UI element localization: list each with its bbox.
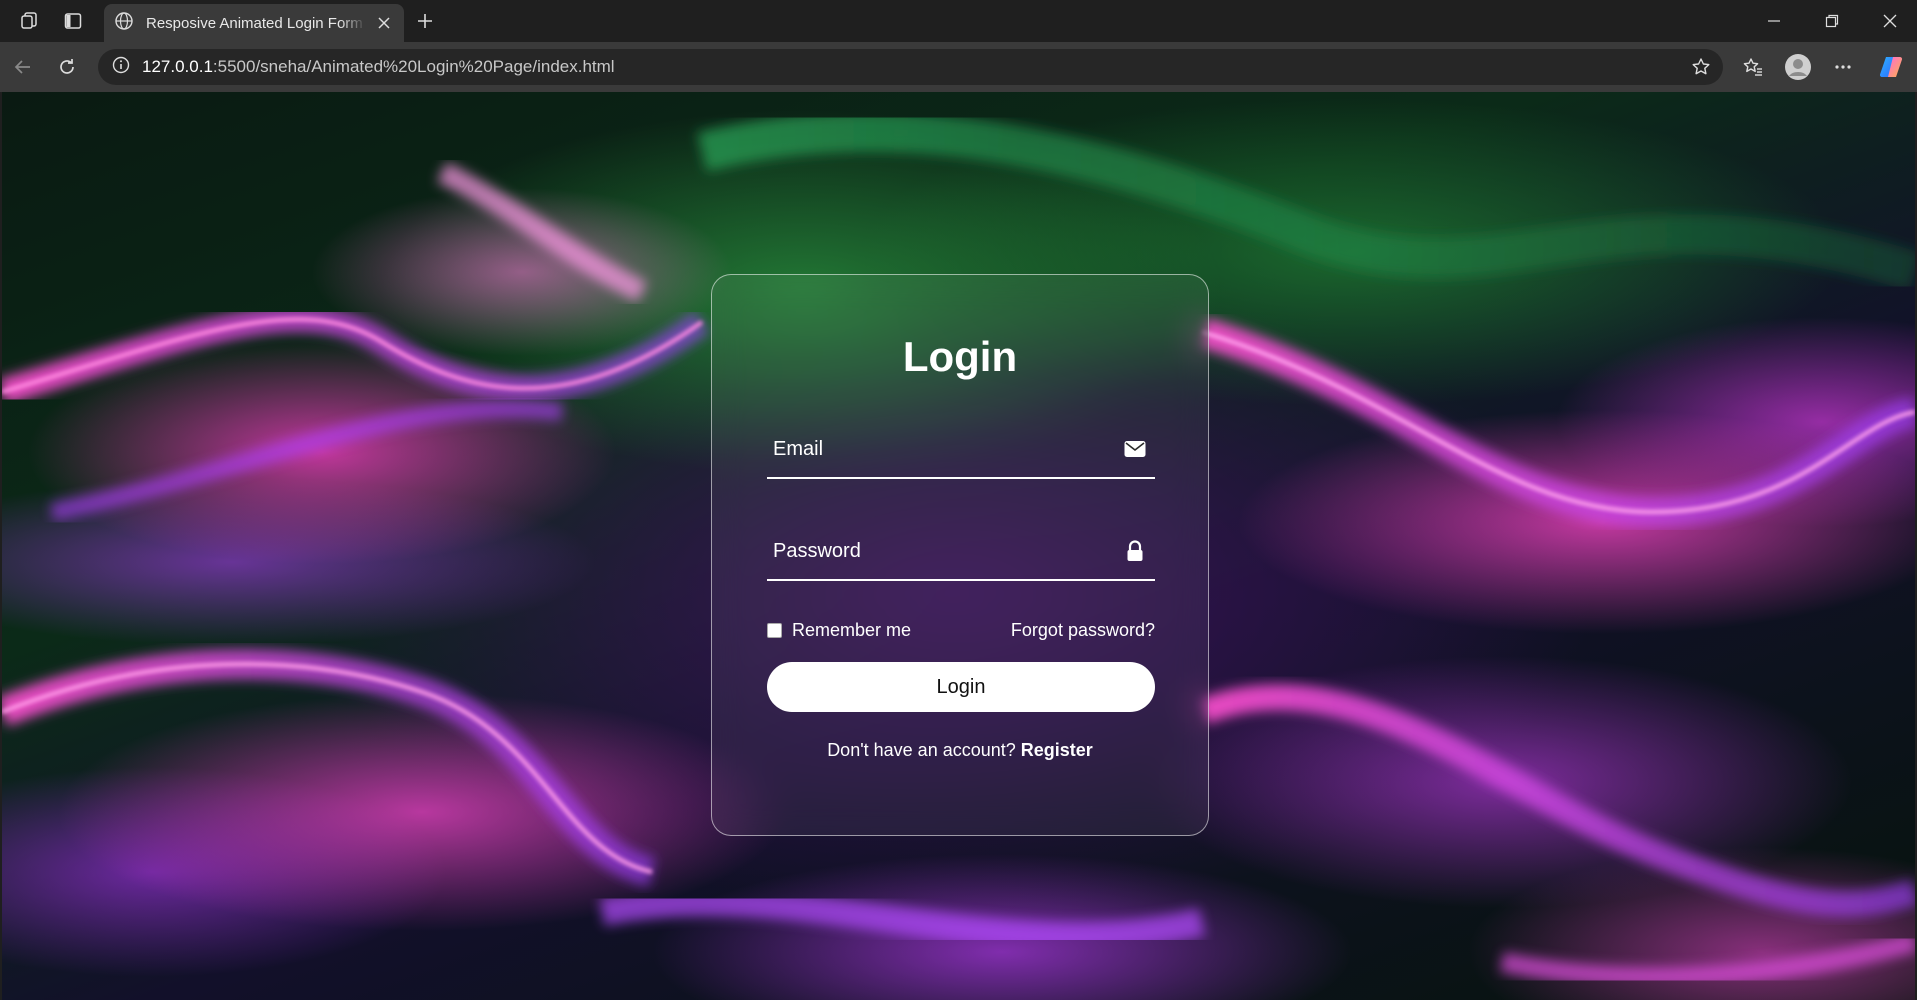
favorites-list-icon [1743, 58, 1762, 76]
copilot-icon [1879, 56, 1903, 78]
copilot-button[interactable] [1876, 52, 1906, 82]
login-card: Login Remember me Forgot password? Login… [711, 274, 1209, 836]
login-options-row: Remember me Forgot password? [767, 620, 1155, 644]
remember-me-checkbox[interactable] [767, 623, 782, 638]
remember-me-label: Remember me [792, 620, 912, 640]
new-tab-button[interactable] [410, 6, 440, 36]
url-text[interactable]: 127.0.0.1:5500/sneha/Animated%20Login%20… [142, 57, 615, 77]
restore-button[interactable] [1803, 0, 1861, 42]
plus-icon [418, 14, 432, 28]
lock-icon [1123, 539, 1147, 563]
profile-button[interactable] [1783, 52, 1813, 82]
arrow-left-icon [14, 60, 30, 74]
page-background: Login Remember me Forgot password? Login… [2, 92, 1915, 1000]
back-button[interactable] [8, 52, 38, 82]
address-bar[interactable]: 127.0.0.1:5500/sneha/Animated%20Login%20… [98, 49, 1723, 85]
password-field-group [767, 521, 1155, 581]
login-title: Login [902, 333, 1018, 380]
close-tab-icon[interactable] [372, 11, 396, 35]
url-host: 127.0.0.1 [142, 57, 213, 76]
browser-titlebar: Resposive Animated Login Form u [0, 0, 1917, 42]
tab-title: Resposive Animated Login Form u [146, 14, 366, 32]
browser-toolbar: 127.0.0.1:5500/sneha/Animated%20Login%20… [0, 42, 1917, 92]
avatar-icon [1785, 54, 1811, 80]
envelope-icon [1123, 437, 1147, 461]
url-path: :5500/sneha/Animated%20Login%20Page/inde… [212, 57, 615, 76]
forgot-password-link[interactable]: Forgot password? [1011, 620, 1155, 641]
globe-icon [114, 11, 134, 36]
login-button[interactable]: Login [767, 662, 1155, 712]
favorites-button[interactable] [1738, 52, 1768, 82]
more-menu-button[interactable] [1828, 52, 1858, 82]
register-prompt: Don't have an account? Register [712, 740, 1208, 761]
no-account-text: Don't have an account? [827, 740, 1016, 760]
browser-tab-active[interactable]: Resposive Animated Login Form u [104, 4, 404, 42]
close-window-button[interactable] [1861, 0, 1917, 42]
reload-icon [60, 59, 74, 74]
register-link[interactable]: Register [1021, 740, 1093, 760]
password-input[interactable] [767, 531, 1107, 571]
vertical-tabs-icon[interactable] [58, 6, 88, 36]
remember-me-option[interactable]: Remember me [767, 620, 911, 641]
workspaces-icon[interactable] [14, 6, 44, 36]
email-input[interactable] [767, 429, 1107, 469]
minimize-button[interactable] [1745, 0, 1803, 42]
email-field-group [767, 419, 1155, 479]
favorite-star-icon[interactable] [1689, 55, 1713, 79]
info-icon[interactable] [112, 56, 130, 79]
reload-button[interactable] [52, 52, 82, 82]
more-dots-icon [1835, 65, 1851, 69]
